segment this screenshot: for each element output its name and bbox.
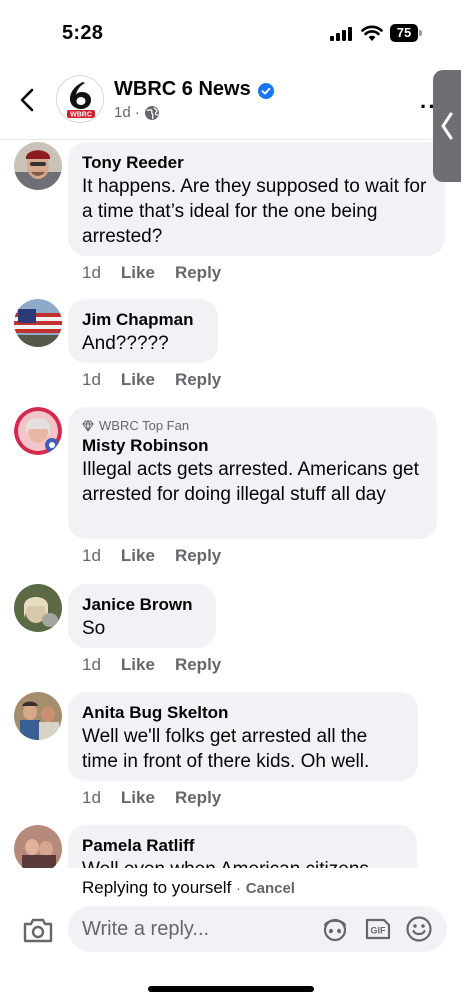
wifi-icon bbox=[361, 25, 383, 41]
comment-actions: 1d Like Reply bbox=[82, 546, 221, 566]
comment-text: Illegal acts gets arrested. Americans ge… bbox=[82, 459, 425, 505]
comment-text: So bbox=[82, 618, 106, 639]
status-bar: 5:28 75 bbox=[0, 0, 461, 64]
comment-time: 1d bbox=[82, 546, 101, 565]
avatar[interactable] bbox=[14, 142, 62, 190]
battery-level: 75 bbox=[396, 25, 412, 40]
avatar-sticker-icon[interactable] bbox=[321, 916, 349, 942]
comment-time: 1d bbox=[82, 655, 101, 674]
comment-text: Well even when American citizens bbox=[82, 857, 403, 868]
replying-text: Replying to yourself bbox=[82, 878, 232, 897]
like-button[interactable]: Like bbox=[121, 370, 155, 390]
comment-author[interactable]: Anita Bug Skelton bbox=[82, 702, 404, 724]
side-panel-handle[interactable] bbox=[433, 70, 461, 182]
comment-time: 1d bbox=[82, 788, 101, 807]
page-name[interactable]: WBRC 6 News bbox=[114, 78, 251, 101]
chevron-left-icon bbox=[441, 112, 453, 140]
reply-button[interactable]: Reply bbox=[175, 370, 221, 390]
post-age: 1d bbox=[114, 104, 131, 121]
replying-indicator: Replying to yourself · Cancel bbox=[82, 878, 295, 898]
avatar[interactable] bbox=[14, 299, 62, 347]
comment-actions: 1d Like Reply bbox=[82, 263, 221, 283]
top-fan-badge: WBRC Top Fan bbox=[82, 417, 423, 435]
avatar[interactable] bbox=[14, 407, 62, 455]
diamond-icon bbox=[82, 420, 94, 432]
logo-text: WBRC bbox=[70, 112, 92, 119]
comment-time: 1d bbox=[82, 263, 101, 282]
like-button[interactable]: Like bbox=[121, 263, 155, 283]
avatar[interactable] bbox=[14, 692, 62, 740]
fan-badge-label: WBRC Top Fan bbox=[99, 418, 190, 433]
comment-actions: 1d Like Reply bbox=[82, 655, 221, 675]
comment-actions: 1d Like Reply bbox=[82, 370, 221, 390]
battery-icon: 75 bbox=[390, 24, 422, 42]
gif-icon[interactable]: GIF bbox=[364, 916, 392, 942]
globe-icon bbox=[144, 105, 159, 120]
like-button[interactable]: Like bbox=[121, 655, 155, 675]
avatar[interactable] bbox=[14, 584, 62, 632]
comment-text: Well we'll folks get arrested all the ti… bbox=[82, 726, 373, 772]
post-header: WBRC WBRC 6 News 1d · ·· bbox=[0, 64, 461, 140]
comments-list[interactable]: Tony Reeder It happens. Are they suppose… bbox=[0, 140, 461, 868]
comment-bubble[interactable]: Anita Bug Skelton Well we'll folks get a… bbox=[68, 692, 418, 781]
reply-button[interactable]: Reply bbox=[175, 788, 221, 808]
comment-bubble[interactable]: Tony Reeder It happens. Are they suppose… bbox=[68, 142, 445, 256]
comment-author[interactable]: Janice Brown bbox=[82, 594, 202, 616]
comment-text: It happens. Are they supposed to wait fo… bbox=[82, 176, 432, 247]
like-button[interactable]: Like bbox=[121, 546, 155, 566]
home-indicator bbox=[148, 986, 314, 992]
reply-button[interactable]: Reply bbox=[175, 546, 221, 566]
verified-badge-icon bbox=[258, 83, 274, 99]
status-time: 5:28 bbox=[62, 22, 104, 44]
like-button[interactable]: Like bbox=[121, 788, 155, 808]
cancel-reply-button[interactable]: Cancel bbox=[246, 880, 295, 897]
meta-separator: · bbox=[134, 104, 140, 121]
svg-text:GIF: GIF bbox=[371, 926, 387, 936]
comment-bubble[interactable]: WBRC Top Fan Misty Robinson Illegal acts… bbox=[68, 407, 437, 539]
replying-separator: · bbox=[236, 880, 242, 897]
comment-bubble[interactable]: Pamela Ratliff Well even when American c… bbox=[68, 825, 417, 868]
reply-button[interactable]: Reply bbox=[175, 655, 221, 675]
emoji-icon[interactable] bbox=[405, 915, 433, 943]
signal-icon bbox=[330, 27, 354, 41]
comment-time: 1d bbox=[82, 370, 101, 389]
comment-author[interactable]: Tony Reeder bbox=[82, 152, 431, 174]
comment-author[interactable]: Jim Chapman bbox=[82, 309, 204, 331]
reply-button[interactable]: Reply bbox=[175, 263, 221, 283]
page-logo[interactable]: WBRC bbox=[56, 75, 104, 123]
avatar[interactable] bbox=[14, 825, 62, 868]
comment-bubble[interactable]: Janice Brown So bbox=[68, 584, 216, 648]
post-meta: 1d · bbox=[114, 104, 160, 121]
back-chevron-icon[interactable] bbox=[14, 84, 42, 116]
reply-composer: Replying to yourself · Cancel GIF bbox=[0, 868, 461, 1000]
comment-actions: 1d Like Reply bbox=[82, 788, 221, 808]
comment-author[interactable]: Misty Robinson bbox=[82, 435, 423, 457]
comment-text: And????? bbox=[82, 333, 169, 354]
camera-icon[interactable] bbox=[22, 916, 54, 944]
comment-author[interactable]: Pamela Ratliff bbox=[82, 835, 403, 857]
comment-bubble[interactable]: Jim Chapman And????? bbox=[68, 299, 218, 363]
